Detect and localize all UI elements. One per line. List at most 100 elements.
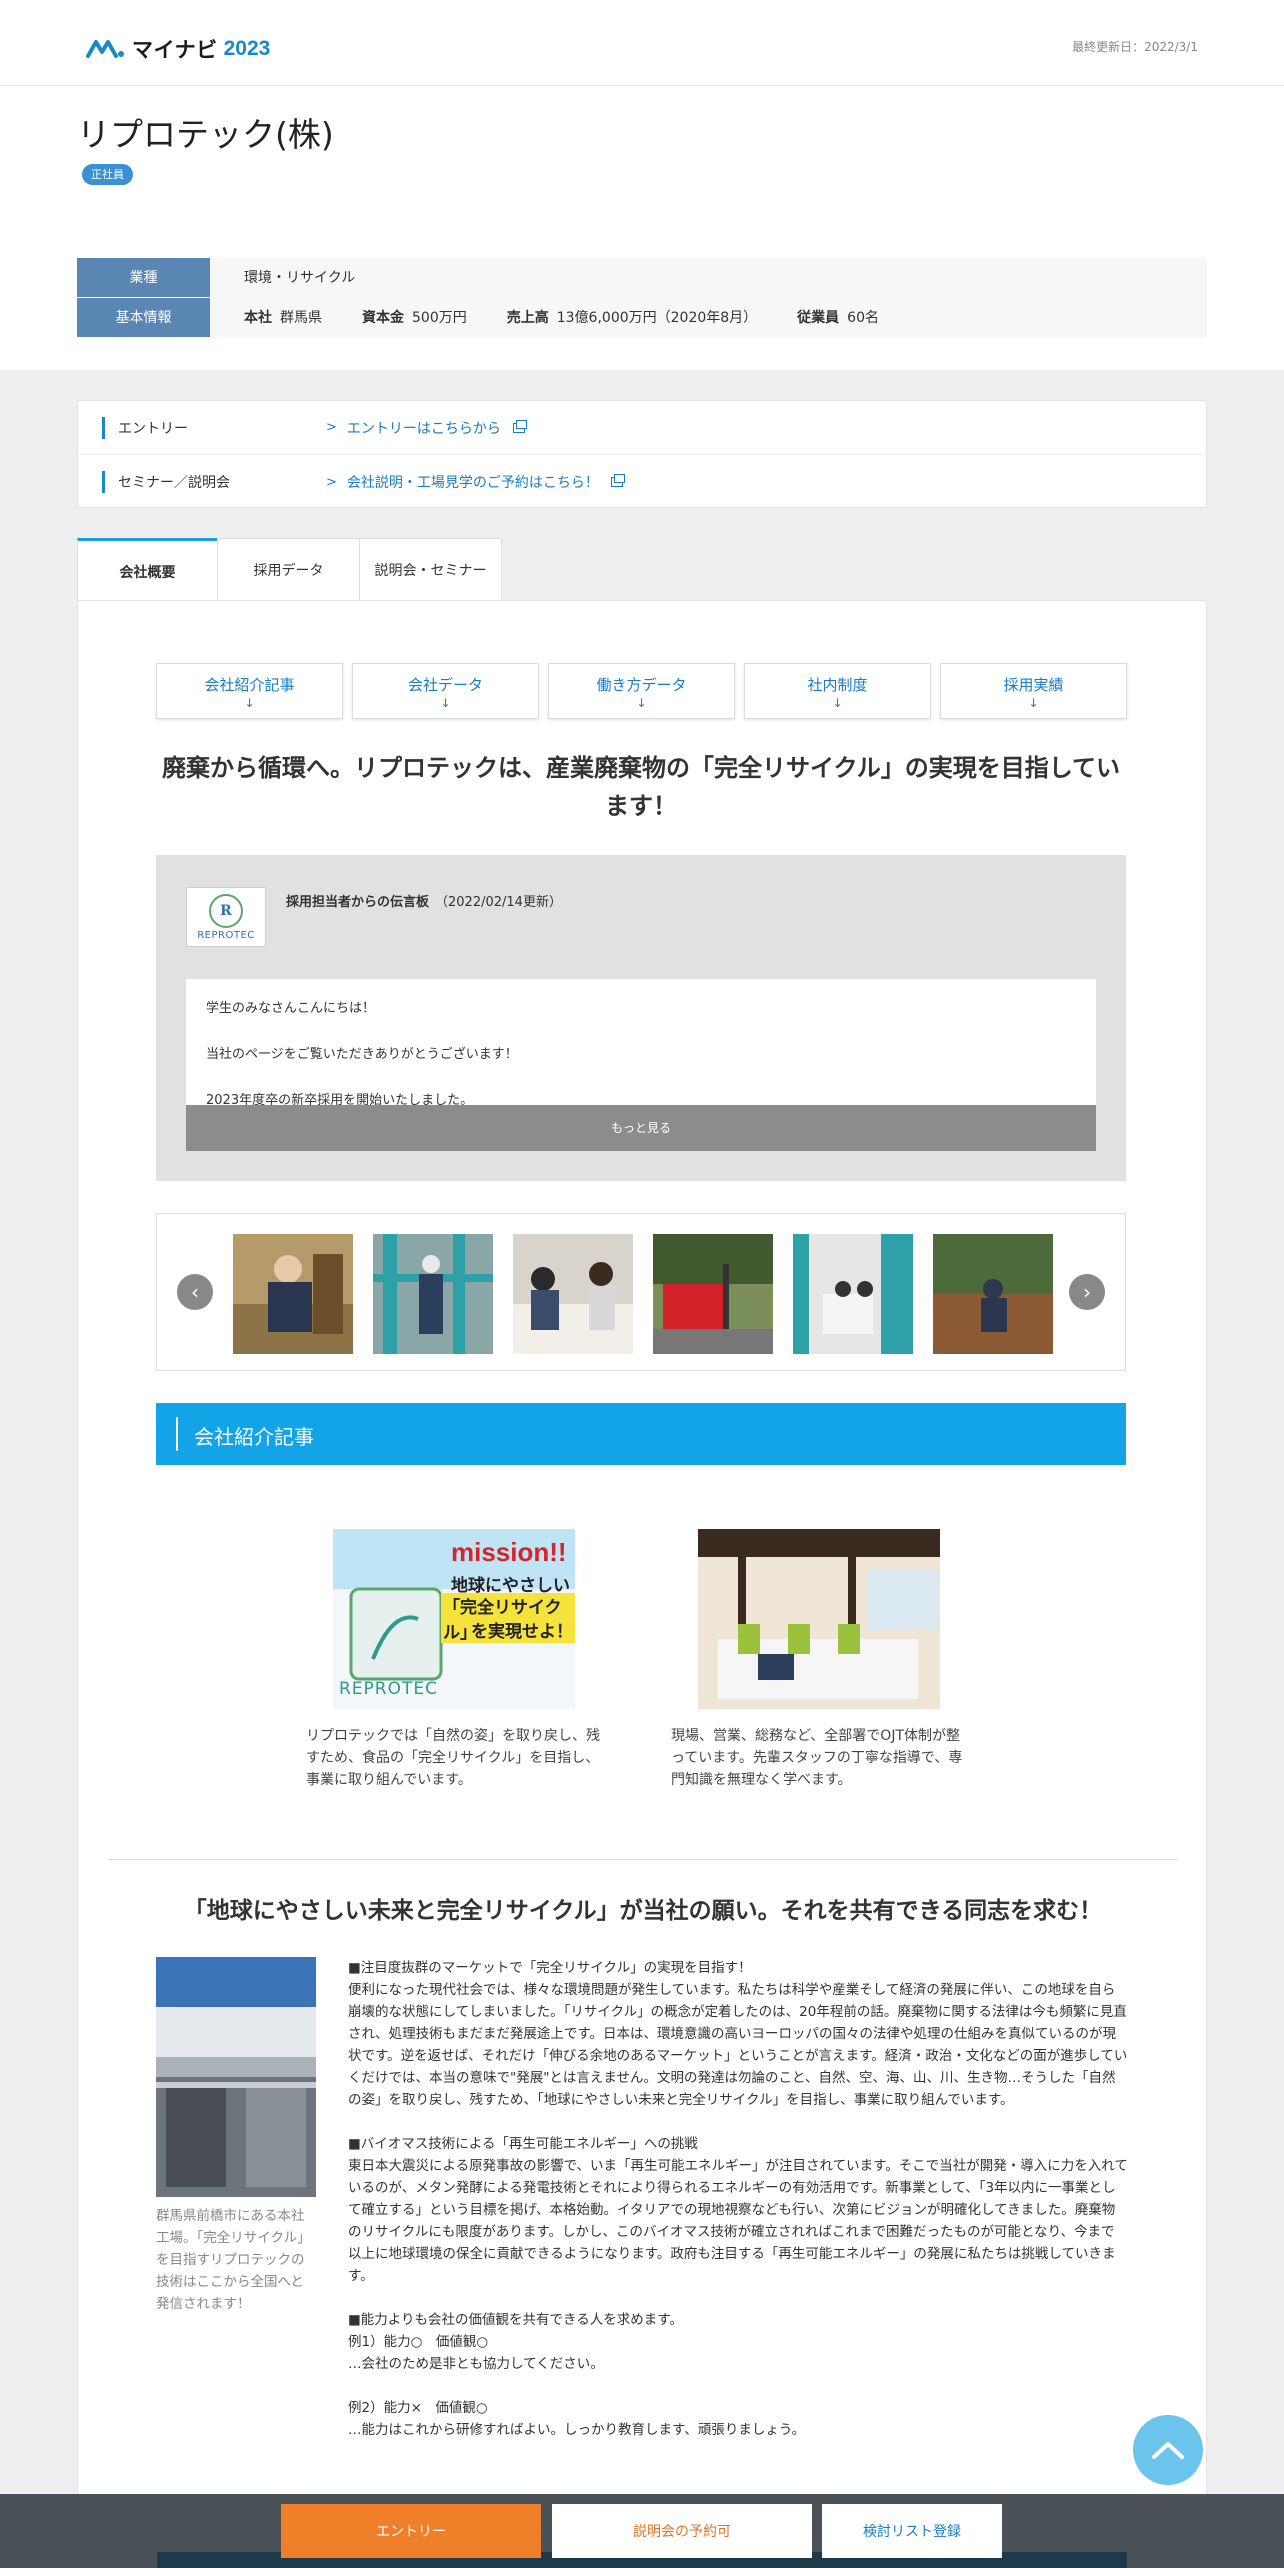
section-title: 会社紹介記事 <box>194 1425 314 1449</box>
quick-nav-articles[interactable]: 会社紹介記事 ↓ <box>156 663 343 719</box>
accent-bar <box>102 417 105 439</box>
site-header: マイナビ 2023 最終更新日：2022/3/1 <box>0 0 1284 86</box>
basic-info-label: 基本情報 <box>77 298 210 338</box>
company-tabs: 会社概要 採用データ 説明会・セミナー <box>77 538 502 602</box>
factory-photo <box>156 1957 316 2197</box>
section-accent <box>176 1417 178 1451</box>
sales-value: 13億6,000万円（2020年8月） <box>556 310 758 326</box>
article-image: mission!! 地球にやさしい 「完全リサイクル」 を実現せよ！ REPRO… <box>333 1529 575 1709</box>
employees-label: 従業員 <box>797 310 840 326</box>
last-updated: 最終更新日：2022/3/1 <box>1072 40 1198 54</box>
quick-nav-hiring-results[interactable]: 採用実績 ↓ <box>940 663 1127 719</box>
sales-label: 売上高 <box>506 310 549 326</box>
employees-info: 従業員 60名 <box>797 298 879 338</box>
entry-link[interactable]: > エントリーはこちらから <box>326 418 527 438</box>
article-list: mission!! 地球にやさしい 「完全リサイクル」 を実現せよ！ REPRO… <box>306 1529 967 1791</box>
gallery-photo[interactable] <box>233 1234 353 1354</box>
add-to-list-button[interactable]: 検討リスト登録 <box>822 2504 1002 2558</box>
description-paragraph: ■注目度抜群のマーケットで「完全リサイクル」の実現を目指す！ 便利になった現代社… <box>348 1960 1128 2108</box>
quick-nav-label: 会社データ <box>407 676 483 694</box>
quick-nav-systems[interactable]: 社内制度 ↓ <box>744 663 931 719</box>
message-title-text: 採用担当者からの伝言板 <box>286 895 430 910</box>
hq-label: 本社 <box>244 310 272 326</box>
tab-recruitment-data[interactable]: 採用データ <box>217 538 360 600</box>
quick-nav-work-style[interactable]: 働き方データ ↓ <box>548 663 735 719</box>
gallery-next-button[interactable]: › <box>1069 1274 1105 1310</box>
quick-nav-label: 採用実績 <box>1003 676 1064 694</box>
quick-nav-label: 会社紹介記事 <box>204 676 295 694</box>
arrow-down-icon: ↓ <box>832 696 843 710</box>
sales-info: 売上高 13億6,000万円（2020年8月） <box>507 298 757 338</box>
tab-company-overview[interactable]: 会社概要 <box>77 538 218 602</box>
company-name: リプロテック(株) <box>77 115 334 154</box>
main-panel: 会社紹介記事 ↓ 会社データ ↓ 働き方データ ↓ 社内制度 ↓ 採用実績 ↓ 廃棄から循… <box>77 600 1207 2568</box>
employees-value: 60名 <box>847 310 879 326</box>
entry-row-label: エントリー <box>118 420 188 437</box>
arrow-down-icon: ↓ <box>244 696 255 710</box>
mission-headline: 「地球にやさしい未来と完全リサイクル」が当社の願い。それを共有できる同志を求む！ <box>183 1898 1103 1924</box>
employment-type-badge: 正社員 <box>82 164 133 185</box>
arrow-down-icon: ↓ <box>636 696 647 710</box>
quick-nav-company-data[interactable]: 会社データ ↓ <box>352 663 539 719</box>
seminar-link[interactable]: > 会社説明・工場見学のご予約はこちら！ <box>326 472 625 492</box>
description-paragraph: ■バイオマス技術による「再生可能エネルギー」への挑戦 東日本大震災による原発事故… <box>348 2136 1128 2284</box>
description-paragraph: 例2）能力× 価値観○ …能力はこれから研修すればよい。しっかり教育します、頑張… <box>348 2400 806 2438</box>
photo-caption: 群馬県前橋市にある本社工場。「完全リサイクル」を目指すリプロテックの技術はここか… <box>156 2208 311 2312</box>
gallery-photo[interactable] <box>793 1234 913 1354</box>
photo-gallery: ‹ › <box>156 1213 1126 1371</box>
entry-link-text: エントリーはこちらから <box>346 420 501 437</box>
mynavi-logo[interactable]: マイナビ 2023 <box>86 34 270 64</box>
gallery-photo[interactable] <box>373 1234 493 1354</box>
info-row-industry: 業種 環境・リサイクル <box>77 258 1207 298</box>
message-line: 学生のみなさんこんにちは！ <box>206 1001 376 1016</box>
mynavi-logo-icon <box>86 40 124 58</box>
logo-text: マイナビ <box>132 39 218 62</box>
seminar-row-label: セミナー／説明会 <box>118 475 230 491</box>
entry-button[interactable]: エントリー <box>281 2504 541 2558</box>
show-more-button[interactable]: もっと見る <box>186 1105 1096 1151</box>
quick-nav: 会社紹介記事 ↓ 会社データ ↓ 働き方データ ↓ 社内制度 ↓ 採用実績 ↓ <box>156 663 1127 719</box>
section-header-articles: 会社紹介記事 <box>156 1403 1126 1465</box>
logo-name: REPROTEC <box>197 929 255 941</box>
seminar-reservation-button[interactable]: 説明会の予約可 <box>552 2504 812 2558</box>
logo-year: 2023 <box>223 37 271 60</box>
back-to-top-button[interactable] <box>1133 2415 1203 2485</box>
capital-value: 500万円 <box>412 310 467 326</box>
chevron-right-icon: > <box>326 474 337 490</box>
arrow-down-icon: ↓ <box>1028 696 1039 710</box>
industry-text: 環境・リサイクル <box>244 270 356 286</box>
tab-seminars[interactable]: 説明会・セミナー <box>359 538 502 600</box>
company-info-table: 業種 環境・リサイクル 基本情報 本社 群馬県 資本金 500万円 売上高 13億6,… <box>77 258 1207 338</box>
chevron-up-icon <box>1152 2442 1184 2459</box>
entry-links-card: エントリー > エントリーはこちらから セミナー／説明会 > 会社説明・工場見学のご… <box>77 400 1207 508</box>
chevron-right-icon: > <box>326 420 337 435</box>
article-card[interactable]: 現場、営業、総務など、全部署でOJT体制が整っています。先輩スタッフの丁寧な指導… <box>671 1529 967 1791</box>
entry-row: エントリー > エントリーはこちらから <box>78 401 1206 455</box>
article-description: リプロテックでは「自然の姿」を取り戻し、残すため、食品の「完全リサイクル」を目指… <box>306 1728 600 1788</box>
gallery-photo[interactable] <box>513 1234 633 1354</box>
message-title: 採用担当者からの伝言板 （2022/02/14更新） <box>286 891 562 910</box>
accent-bar <box>102 471 105 493</box>
article-card[interactable]: mission!! 地球にやさしい 「完全リサイクル」 を実現せよ！ REPRO… <box>306 1529 602 1791</box>
info-row-basic: 基本情報 本社 群馬県 資本金 500万円 売上高 13億6,000万円（2020年8… <box>77 298 1207 338</box>
gallery-photo[interactable] <box>653 1234 773 1354</box>
recruiter-message-board: R REPROTEC 採用担当者からの伝言板 （2022/02/14更新） 学生の… <box>156 855 1126 1181</box>
arrow-down-icon: ↓ <box>440 696 451 710</box>
capital-label: 資本金 <box>362 310 404 326</box>
quick-nav-label: 社内制度 <box>807 676 868 694</box>
gallery-prev-button[interactable]: ‹ <box>177 1274 213 1310</box>
industry-value: 環境・リサイクル <box>210 258 1207 298</box>
gallery-photo[interactable] <box>933 1234 1053 1354</box>
seminar-link-text: 会社説明・工場見学のご予約はこちら！ <box>346 475 599 491</box>
external-window-icon <box>610 474 625 487</box>
basic-info-value: 本社 群馬県 資本金 500万円 売上高 13億6,000万円（2020年8月） 従業… <box>210 298 1207 338</box>
quick-nav-label: 働き方データ <box>596 676 687 694</box>
company-description: ■注目度抜群のマーケットで「完全リサイクル」の実現を目指す！ 便利になった現代社… <box>348 1957 1128 2463</box>
image-text-3: を実現せよ！ <box>471 1622 573 1642</box>
image-text-mission: mission!! <box>451 1537 567 1567</box>
image-brand: REPROTEC <box>339 1679 438 1699</box>
external-window-icon <box>512 419 527 433</box>
article-description: 現場、営業、総務など、全部署でOJT体制が整っています。先輩スタッフの丁寧な指導… <box>671 1728 963 1788</box>
description-paragraph: ■能力よりも会社の価値観を共有できる人を求めます。 例1）能力○ 価値観○ …会… <box>348 2312 683 2372</box>
section-divider <box>108 1859 1178 1860</box>
